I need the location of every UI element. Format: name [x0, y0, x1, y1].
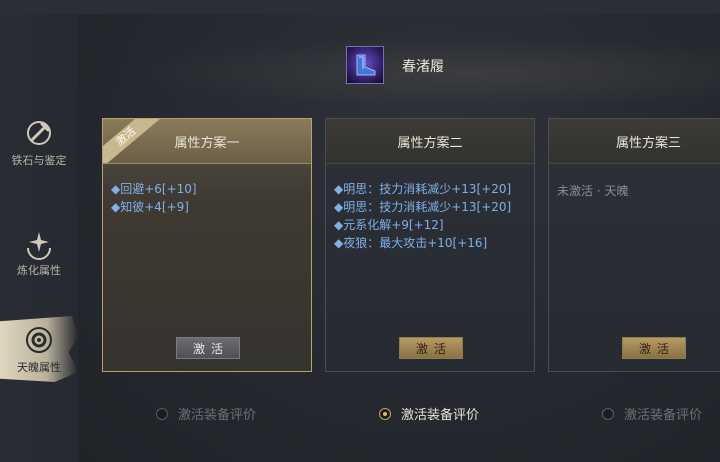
inactive-text: 未激活 · 天魄 — [557, 184, 629, 198]
attribute-line: ◆夜狼：最大攻击+10[+16] — [334, 236, 488, 250]
attribute-plan-card-2[interactable]: 属性方案二 ◆明思：技力消耗减少+13[+20] ◆明思：技力消耗减少+13[+… — [325, 118, 535, 372]
radio-label: 激活装备评价 — [401, 408, 480, 423]
sword-icon — [27, 121, 51, 145]
boots-icon — [346, 46, 384, 84]
radio-label: 激活装备评价 — [624, 408, 703, 423]
equip-rating-radio-2[interactable]: 激活装备评价 — [379, 404, 479, 423]
attribute-list: ◆回避+6[+10] ◆知彼+4[+9] — [103, 164, 311, 216]
card-title: 属性方案一 — [174, 135, 240, 151]
attribute-line: ◆知彼+4[+9] — [111, 200, 189, 214]
equip-rating-radio-3[interactable]: 激活装备评价 — [602, 404, 702, 423]
activate-button[interactable]: 激活 — [399, 337, 463, 359]
card-title: 属性方案二 — [397, 135, 463, 151]
activate-button[interactable]: 激活 — [622, 337, 686, 359]
sidebar-item-label: 天魄属性 — [17, 361, 61, 374]
activated-ribbon: 激活 — [103, 119, 163, 163]
item-name: 春渚履 — [402, 59, 444, 75]
radio-label: 激活装备评价 — [178, 408, 257, 423]
sidebar-item-soul[interactable]: 天魄属性 — [0, 316, 78, 382]
sparkle-icon — [27, 232, 51, 260]
card-header: 激活 属性方案一 — [103, 119, 311, 164]
sidebar-item-identify[interactable]: 铁石与鉴定 — [0, 112, 78, 172]
card-title: 属性方案三 — [616, 135, 682, 151]
sidebar-item-refine[interactable]: 炼化属性 — [0, 222, 78, 282]
attribute-plan-card-1[interactable]: 激活 属性方案一 ◆回避+6[+10] ◆知彼+4[+9] 激活 — [102, 118, 312, 372]
radio-dot[interactable] — [602, 407, 614, 420]
attribute-line: ◆元系化解+9[+12] — [334, 218, 444, 232]
sidebar-item-label: 铁石与鉴定 — [11, 154, 67, 167]
attribute-line: ◆明思：技力消耗减少+13[+20] — [334, 200, 512, 214]
attribute-line: ◆明思：技力消耗减少+13[+20] — [334, 182, 512, 196]
sidebar: 铁石与鉴定 炼化属性 天魄属性 — [0, 14, 79, 462]
card-header: 属性方案三 — [549, 119, 720, 164]
equip-rating-radio-1[interactable]: 激活装备评价 — [156, 404, 256, 423]
sidebar-item-label: 炼化属性 — [17, 264, 61, 277]
attribute-list: ◆明思：技力消耗减少+13[+20] ◆明思：技力消耗减少+13[+20] ◆元… — [326, 164, 534, 252]
activate-button[interactable]: 激活 — [176, 337, 240, 359]
radio-dot[interactable] — [379, 407, 391, 420]
radio-dot[interactable] — [156, 407, 168, 420]
eye-icon — [26, 327, 52, 353]
card-header: 属性方案二 — [326, 119, 534, 164]
attribute-plan-card-3[interactable]: 属性方案三 未激活 · 天魄 激活 — [548, 118, 720, 372]
top-bar — [0, 0, 720, 15]
attribute-line: ◆回避+6[+10] — [111, 182, 197, 196]
